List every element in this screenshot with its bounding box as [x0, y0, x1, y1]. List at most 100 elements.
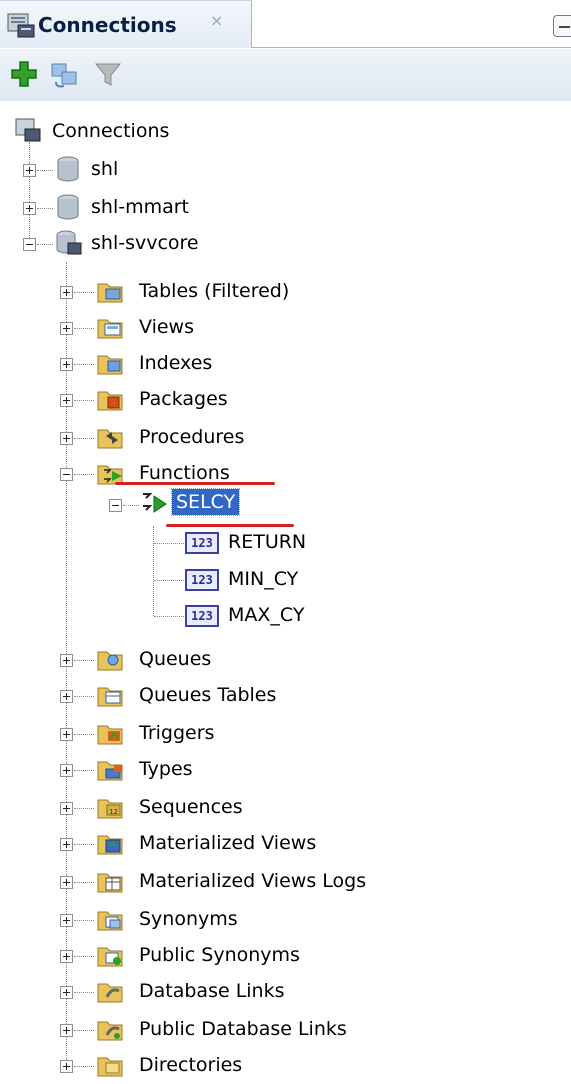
- expand-icon[interactable]: [60, 986, 73, 999]
- tables-folder-icon: [96, 277, 124, 305]
- connections-icon: [7, 13, 35, 38]
- expand-icon[interactable]: [60, 286, 73, 299]
- category-procedures[interactable]: Procedures: [0, 420, 420, 456]
- category-label: Functions: [139, 462, 230, 484]
- connections-icon: [15, 118, 41, 142]
- sequences-folder-icon: 12: [96, 793, 124, 821]
- connection-item[interactable]: shl-mmart: [0, 190, 300, 226]
- tree-connector: [74, 696, 94, 697]
- tree-connector: [74, 920, 94, 921]
- category-views[interactable]: Views: [0, 310, 420, 346]
- connections-tab[interactable]: Connections ×: [0, 0, 252, 48]
- expand-icon[interactable]: [60, 1060, 73, 1073]
- param-item[interactable]: 123 MIN_CY: [0, 562, 360, 598]
- param-item[interactable]: 123 RETURN: [0, 525, 360, 561]
- expand-icon[interactable]: [60, 1024, 73, 1037]
- function-icon: [143, 493, 167, 513]
- tree-connector: [74, 364, 94, 365]
- category-indexes[interactable]: Indexes: [0, 346, 420, 382]
- expand-icon[interactable]: [60, 394, 73, 407]
- category-label: Views: [139, 316, 194, 338]
- procedures-folder-icon: [96, 423, 124, 451]
- category-queues-tables[interactable]: Queues Tables: [0, 678, 420, 714]
- connection-item[interactable]: shl: [0, 152, 300, 188]
- tree-connector: [74, 292, 94, 293]
- param-item[interactable]: 123 MAX_CY: [0, 598, 360, 634]
- category-queues[interactable]: Queues: [0, 642, 420, 678]
- category-label: Public Synonyms: [139, 944, 300, 966]
- collapse-icon[interactable]: [109, 499, 122, 512]
- category-public-database-links[interactable]: Public Database Links: [0, 1012, 420, 1048]
- category-database-links[interactable]: Database Links: [0, 974, 420, 1010]
- expand-icon[interactable]: [60, 728, 73, 741]
- expand-icon[interactable]: [60, 914, 73, 927]
- toolbar: [0, 49, 571, 101]
- filter-icon[interactable]: [92, 58, 124, 90]
- tree-connector: [74, 660, 94, 661]
- category-synonyms[interactable]: Synonyms: [0, 902, 420, 938]
- numeric-param-icon: 123: [185, 605, 219, 627]
- tree-connector: [74, 808, 94, 809]
- synonyms-folder-icon: [96, 905, 124, 933]
- tree-connector: [37, 244, 53, 245]
- category-label: Public Database Links: [139, 1018, 347, 1040]
- expand-icon[interactable]: [60, 654, 73, 667]
- tree-connector: [74, 956, 94, 957]
- expand-icon[interactable]: [60, 432, 73, 445]
- collapse-icon[interactable]: [60, 468, 73, 481]
- expand-icon[interactable]: [23, 202, 36, 215]
- category-label: Synonyms: [139, 908, 238, 930]
- expand-icon[interactable]: [60, 802, 73, 815]
- connection-label: shl: [91, 158, 119, 180]
- tab-close-icon[interactable]: ×: [210, 11, 223, 30]
- database-icon: [57, 156, 79, 182]
- expand-icon[interactable]: [60, 322, 73, 335]
- tree-connector: [74, 1030, 94, 1031]
- category-packages[interactable]: Packages: [0, 382, 420, 418]
- category-sequences[interactable]: 12 Sequences: [0, 790, 420, 826]
- expand-icon[interactable]: [60, 838, 73, 851]
- category-public-synonyms[interactable]: Public Synonyms: [0, 938, 420, 974]
- numeric-param-icon: 123: [185, 569, 219, 591]
- queues-tables-folder-icon: [96, 681, 124, 709]
- tree-root[interactable]: Connections: [0, 114, 300, 150]
- connections-tree: Connections shl shl-mmart shl-svvcore Ta: [0, 102, 571, 1077]
- category-materialized-views-logs[interactable]: Materialized Views Logs: [0, 864, 420, 900]
- category-label: Materialized Views Logs: [139, 870, 367, 892]
- expand-icon[interactable]: [60, 358, 73, 371]
- function-item[interactable]: SELCY: [0, 487, 320, 523]
- expand-icon[interactable]: [60, 690, 73, 703]
- category-directories[interactable]: Directories: [0, 1048, 420, 1084]
- tree-connector: [74, 400, 94, 401]
- annotation-underline: [115, 482, 275, 485]
- tree-root-label: Connections: [52, 120, 170, 142]
- category-triggers[interactable]: Triggers: [0, 716, 420, 752]
- category-tables[interactable]: Tables (Filtered): [0, 274, 420, 310]
- category-label: Tables (Filtered): [139, 280, 290, 302]
- category-label: Types: [139, 758, 193, 780]
- expand-icon[interactable]: [23, 164, 36, 177]
- database-icon: [57, 194, 79, 220]
- minimize-button[interactable]: [553, 15, 571, 37]
- category-types[interactable]: Types: [0, 752, 420, 788]
- public-synonyms-folder-icon: [96, 941, 124, 969]
- queues-folder-icon: [96, 645, 124, 673]
- expand-icon[interactable]: [60, 950, 73, 963]
- expand-icon[interactable]: [60, 764, 73, 777]
- add-connection-icon[interactable]: [8, 58, 40, 90]
- category-label: Queues Tables: [139, 684, 277, 706]
- param-label: RETURN: [228, 531, 307, 553]
- category-label: Directories: [139, 1054, 243, 1076]
- category-label: Indexes: [139, 352, 213, 374]
- category-label: Procedures: [139, 426, 245, 448]
- connection-item[interactable]: shl-svvcore: [0, 226, 300, 262]
- category-materialized-views[interactable]: Materialized Views: [0, 826, 420, 862]
- collapse-icon[interactable]: [23, 238, 36, 251]
- refresh-icon[interactable]: [48, 58, 80, 90]
- expand-icon[interactable]: [60, 876, 73, 889]
- connection-label: shl-svvcore: [91, 232, 199, 254]
- selected-function-label[interactable]: SELCY: [170, 488, 241, 516]
- tree-connector: [154, 616, 184, 617]
- connection-label: shl-mmart: [91, 196, 189, 218]
- tree-connector: [154, 580, 184, 581]
